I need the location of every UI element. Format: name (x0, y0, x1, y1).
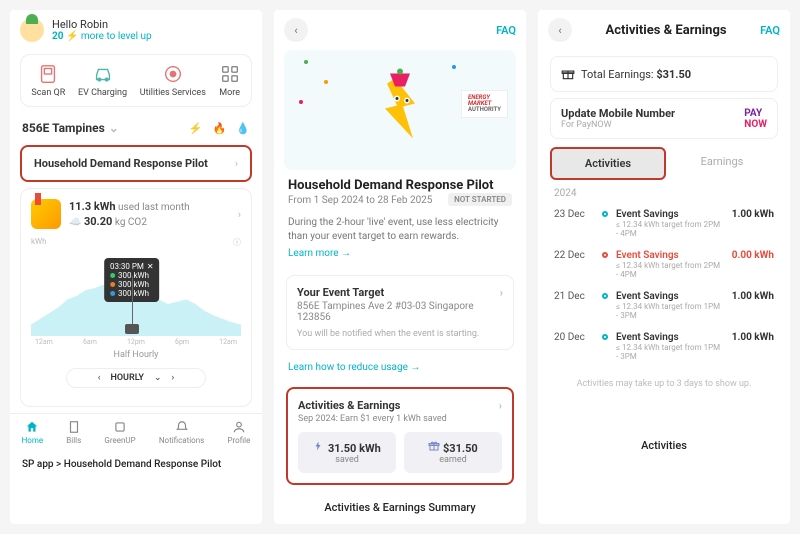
status-dot (602, 293, 608, 299)
activity-row[interactable]: 20 Dec Event Savings≤ 12.34 kWh target f… (538, 326, 790, 367)
bottom-tabbar: Home Bills GreenUP Notifications Profile (10, 413, 262, 449)
chart-scrubber[interactable] (125, 324, 139, 334)
hero-banner: ENERGYMARKETAUTHORITY (284, 50, 516, 170)
address-selector[interactable]: 856E Tampines ⌄ (22, 121, 119, 135)
status-dot (602, 334, 608, 340)
electricity-icon[interactable]: ⚡ (189, 122, 203, 135)
activities-earnings-tabs: Activities Earnings (550, 147, 778, 180)
tab-profile[interactable]: Profile (227, 420, 250, 445)
pilot-title: Household Demand Response Pilot (34, 157, 208, 170)
phone-activities: ‹ Activities & Earnings FAQ Total Earnin… (538, 10, 790, 524)
info-icon[interactable]: ⓘ (233, 237, 241, 248)
greeting-row: Hello Robin 20 ⚡ more to level up (10, 10, 262, 50)
total-earnings-card: Total Earnings: $31.50 (550, 56, 778, 92)
quick-more[interactable]: More (219, 63, 241, 98)
pilot-heading: Household Demand Response Pilot (288, 178, 512, 193)
usage-value: 11.3 kWh (69, 200, 116, 213)
status-dot (602, 252, 608, 258)
ev-charging-icon (92, 63, 114, 85)
page-title: Activities & Earnings (606, 23, 727, 38)
chevron-right-icon[interactable]: › (172, 373, 175, 383)
level-points: 20 (52, 31, 63, 42)
scan-qr-icon (37, 63, 59, 85)
bolt-icon (313, 440, 325, 452)
mobile-title: Update Mobile Number (561, 107, 675, 120)
activity-row[interactable]: 22 Dec Event Savings≤ 12.34 kWh target f… (538, 244, 790, 285)
activity-row[interactable]: 21 Dec Event Savings≤ 12.34 kWh target f… (538, 285, 790, 326)
faq-link[interactable]: FAQ (496, 24, 516, 37)
chevron-right-icon: › (500, 286, 503, 299)
tab-greenup[interactable]: GreenUP (104, 420, 135, 445)
status-dot (602, 211, 608, 217)
ema-logo: ENERGYMARKETAUTHORITY (461, 90, 508, 118)
tab-activities[interactable]: Activities (550, 147, 666, 180)
user-name: Robin (80, 18, 108, 31)
more-icon (219, 63, 241, 85)
target-address: 856E Tampines Ave 2 #03-03 Singapore 123… (297, 301, 503, 323)
target-heading: Your Event Target (297, 286, 384, 299)
water-icon[interactable]: 💧 (236, 122, 250, 135)
gift-icon (428, 440, 440, 452)
ae-subtext: Sep 2024: Earn $1 every 1 kWh saved (298, 414, 502, 424)
gas-icon[interactable]: 🔥 (213, 122, 227, 135)
footer-note: Activities may take up to 3 days to show… (538, 379, 790, 389)
stat-saved: 31.50 kWh saved (298, 432, 396, 473)
chevron-down-icon: ⌄ (109, 121, 119, 135)
caption: Activities & Earnings Summary (274, 491, 526, 524)
quick-utilities[interactable]: Utilities Services (140, 63, 206, 98)
quick-ev-charging[interactable]: EV Charging (78, 63, 127, 98)
greeting-prefix: Hello (52, 18, 77, 31)
date-range: From 1 Sep 2024 to 28 Feb 2025 (288, 195, 432, 206)
chart-resolution-label: Half Hourly (31, 350, 241, 360)
activity-row[interactable]: 23 Dec Event Savings≤ 12.34 kWh target f… (538, 203, 790, 244)
mobile-subtitle: For PayNOW (561, 120, 675, 130)
quick-scan-qr[interactable]: Scan QR (31, 63, 65, 98)
back-button[interactable]: ‹ (548, 18, 572, 42)
tab-bills[interactable]: Bills (66, 420, 81, 445)
utilities-icon (162, 63, 184, 85)
phone-home: Hello Robin 20 ⚡ more to level up Scan Q… (10, 10, 262, 524)
faq-link[interactable]: FAQ (760, 24, 780, 37)
celebration-icon (31, 199, 61, 229)
tab-notifications[interactable]: Notifications (159, 420, 204, 445)
total-earnings-value: $31.50 (656, 68, 691, 81)
co2-value: 30.20 (84, 215, 112, 228)
time-selector[interactable]: ‹ HOURLY ⌄ › (66, 368, 206, 388)
pilot-description: During the 2-hour 'live' event, use less… (288, 216, 512, 244)
event-target-card[interactable]: Your Event Target › 856E Tampines Ave 2 #… (286, 275, 514, 350)
tab-home[interactable]: Home (22, 420, 44, 445)
chevron-left-icon[interactable]: ‹ (98, 373, 101, 383)
back-button[interactable]: ‹ (284, 18, 308, 42)
usage-chart[interactable]: 03:30 PM✕ 300 kWh 300 kWh 300 kWh (31, 256, 241, 336)
mascot-icon (365, 69, 435, 152)
pilot-card[interactable]: Household Demand Response Pilot › (20, 145, 252, 182)
reduce-usage-link[interactable]: Learn how to reduce usage → (288, 362, 420, 373)
update-mobile-row[interactable]: Update Mobile Number For PayNOW PAYNOW (550, 98, 778, 139)
avatar[interactable] (20, 18, 44, 42)
quick-actions: Scan QR EV Charging Utilities Services M… (20, 54, 252, 107)
chevron-right-icon: › (499, 399, 502, 412)
ae-heading: Activities & Earnings (298, 399, 400, 412)
level-text[interactable]: more to level up (81, 31, 152, 42)
y-axis-label: kWh (31, 237, 47, 248)
chevron-right-icon: › (235, 157, 238, 170)
chevron-right-icon: › (238, 208, 241, 221)
status-badge: NOT STARTED (448, 193, 512, 206)
learn-more-link[interactable]: Learn more → (288, 248, 351, 259)
target-note: You will be notified when the event is s… (297, 329, 503, 339)
caption: SP app > Household Demand Response Pilot (10, 449, 262, 480)
tab-earnings[interactable]: Earnings (666, 147, 778, 180)
paynow-logo: PAYNOW (744, 108, 767, 130)
stat-earned: $31.50 earned (404, 432, 502, 473)
phone-pilot-detail: ‹ FAQ ENERGYMARKETAUTHORITY Household De… (274, 10, 526, 524)
activities-earnings-card[interactable]: Activities & Earnings › Sep 2024: Earn $1… (286, 387, 514, 485)
usage-card[interactable]: 11.3 kWh used last month ☁️ 30.20 kg CO2… (20, 188, 252, 407)
gift-icon (561, 67, 575, 81)
year-label: 2024 (538, 180, 790, 203)
caption: Activities (538, 429, 790, 462)
